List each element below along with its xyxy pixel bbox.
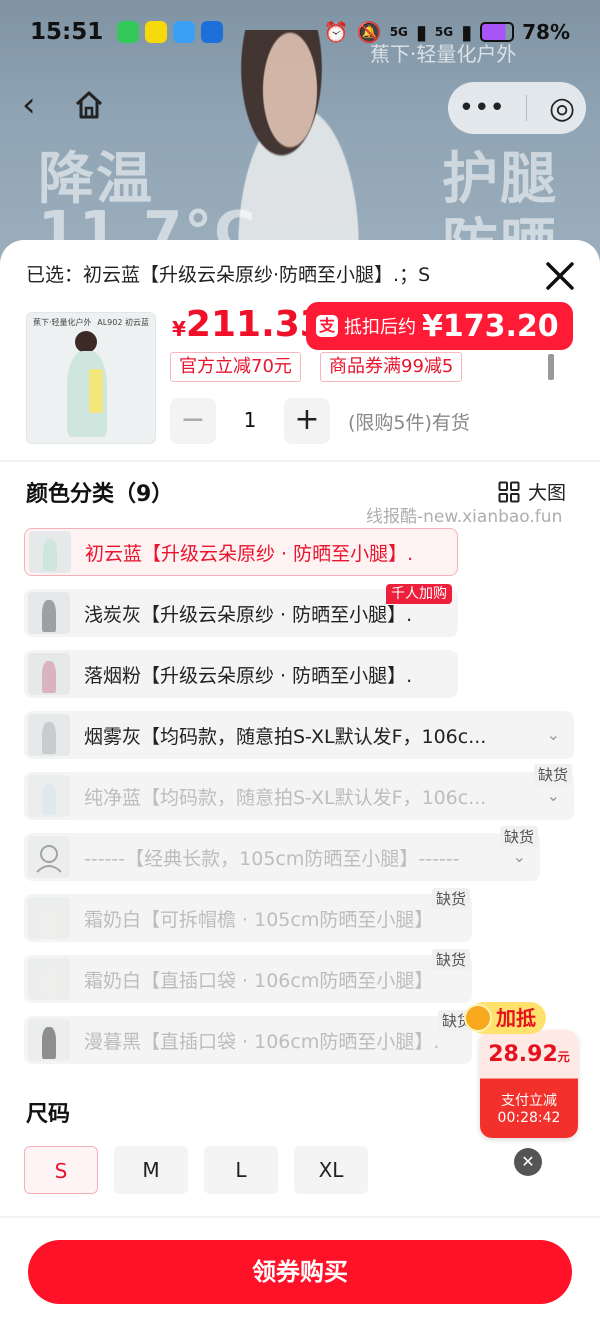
color-option-label: 霜奶白【直插口袋 · 106cm防晒至小腿】	[84, 969, 434, 992]
out-of-stock-badge: 缺货	[432, 949, 471, 970]
status-right: ⏰ 🔕 5G ▮ 5G ▮ 78%	[324, 20, 570, 44]
close-program-icon[interactable]: ◎	[549, 91, 575, 126]
chevron-down-icon: ⌄	[546, 725, 560, 744]
sku-selection-sheet: 已选：初云蓝【升级云朵原纱·防晒至小腿】.；S 蕉下·轻量化户外 AL902 初…	[0, 240, 600, 1320]
promo-amount: 28.92元	[488, 1042, 570, 1067]
option-thumbnail	[28, 958, 70, 1000]
close-icon[interactable]	[540, 256, 580, 296]
hot-badge: 千人加购	[386, 584, 452, 604]
app-icon	[145, 21, 168, 43]
big-image-toggle[interactable]: 大图	[498, 478, 566, 505]
size-section-title: 尺码	[26, 1102, 71, 1127]
alarm-icon: ⏰	[323, 20, 349, 44]
option-thumbnail	[28, 897, 70, 939]
option-thumbnail	[28, 714, 70, 756]
watermark-text: 线报酷-new.xianbao.fun	[366, 507, 563, 527]
color-option-7[interactable]: 霜奶白【可拆帽檐 · 105cm防晒至小腿】	[24, 894, 472, 942]
deduct-label: 抵扣后约	[344, 317, 416, 338]
color-option-4[interactable]: 烟雾灰【均码款，随意拍S-XL默认发F，106c... ⌄	[24, 711, 574, 759]
message-app-icon	[117, 21, 140, 43]
color-option-label: 烟雾灰【均码款，随意拍S-XL默认发F，106c...	[84, 725, 487, 748]
color-option-label: ------【经典长款，105cm防晒至小腿】------	[84, 847, 460, 870]
weather-app-icon	[173, 21, 196, 43]
mute-icon: 🔕	[356, 20, 382, 44]
color-section-title: 颜色分类（9）	[26, 482, 174, 507]
battery-percent: 78%	[522, 20, 570, 44]
deduct-value: ¥173.20	[422, 308, 559, 344]
more-icon[interactable]: •••	[459, 93, 505, 123]
home-icon[interactable]	[72, 88, 106, 122]
status-app-icons	[117, 21, 224, 43]
promo-float-card[interactable]: 28.92元 支付立减 00:28:42	[480, 1030, 578, 1138]
out-of-stock-badge: 缺货	[500, 826, 539, 847]
color-option-3[interactable]: 落烟粉【升级云朵原纱 · 防晒至小腿】.	[24, 650, 458, 698]
deduct-price-badge: 支 抵扣后约 ¥173.20	[306, 302, 573, 350]
size-option-m[interactable]: M	[114, 1146, 188, 1194]
big-image-label: 大图	[527, 482, 566, 504]
out-of-stock-badge: 缺货	[534, 764, 573, 785]
option-thumbnail	[28, 653, 70, 695]
promo-line1: 支付立减	[501, 1093, 557, 1109]
chevron-down-icon: ⌄	[512, 847, 526, 866]
price: ¥211.33	[172, 304, 325, 345]
signal-1-icon: ▮	[415, 20, 427, 44]
tags-scrollbar	[548, 354, 554, 380]
signal-1-label: 5G	[389, 25, 408, 39]
option-thumbnail	[28, 836, 70, 878]
promo-countdown: 00:28:42	[497, 1110, 561, 1126]
color-option-8[interactable]: 霜奶白【直插口袋 · 106cm防晒至小腿】	[24, 955, 472, 1003]
stock-status: (限购5件)有货	[348, 412, 470, 434]
signal-2-icon: ▮	[461, 20, 473, 44]
color-option-label: 漫暮黑【直插口袋 · 106cm防晒至小腿】.	[84, 1030, 440, 1053]
alipay-icon: 支	[316, 315, 338, 337]
color-option-label: 浅炭灰【升级云朵原纱 · 防晒至小腿】.	[84, 603, 413, 626]
grid-icon	[498, 481, 520, 502]
status-time: 15:51	[30, 19, 104, 45]
customer-service-icon	[36, 845, 62, 873]
color-option-6[interactable]: ------【经典长款，105cm防晒至小腿】------ ⌄	[24, 833, 540, 881]
buy-with-coupon-button[interactable]: 领券购买	[28, 1240, 572, 1304]
option-thumbnail	[28, 775, 70, 817]
out-of-stock-badge: 缺货	[432, 888, 471, 909]
status-bar: 15:51 ⏰ 🔕 5G ▮ 5G ▮ 78%	[0, 0, 600, 64]
size-option-s[interactable]: S	[24, 1146, 98, 1194]
coupon-tag: 商品券满99减5	[320, 352, 463, 382]
color-option-1[interactable]: 初云蓝【升级云朵原纱 · 防晒至小腿】.	[24, 528, 458, 576]
quantity-decrement-button[interactable]: −	[170, 398, 216, 444]
quantity-increment-button[interactable]: +	[284, 398, 330, 444]
browser-app-icon	[201, 21, 224, 43]
battery-icon	[480, 22, 515, 42]
color-option-label: 初云蓝【升级云朵原纱 · 防晒至小腿】.	[85, 542, 414, 565]
thumb-brand: 蕉下·轻量化户外 AL902 初云蓝	[33, 318, 149, 327]
product-thumbnail[interactable]: 蕉下·轻量化户外 AL902 初云蓝	[26, 312, 156, 444]
selected-summary: 已选：初云蓝【升级云朵原纱·防晒至小腿】.；S	[26, 264, 431, 286]
color-option-label: 霜奶白【可拆帽檐 · 105cm防晒至小腿】	[84, 908, 434, 931]
close-promo-icon[interactable]: ✕	[514, 1148, 542, 1176]
color-option-label: 纯净蓝【均码款，随意拍S-XL默认发F，106c...	[84, 786, 487, 809]
divider	[0, 1216, 600, 1218]
coin-icon	[464, 1004, 492, 1032]
color-option-5[interactable]: 纯净蓝【均码款，随意拍S-XL默认发F，106c... ⌄	[24, 772, 574, 820]
option-thumbnail	[29, 531, 71, 573]
chevron-down-icon: ⌄	[546, 786, 560, 805]
back-icon[interactable]: ‹	[22, 88, 52, 122]
divider	[0, 460, 600, 462]
miniprogram-capsule: ••• ◎	[448, 82, 586, 134]
signal-2-label: 5G	[434, 25, 454, 39]
discount-tag: 官方立减70元	[170, 352, 301, 382]
quantity-value[interactable]: 1	[238, 408, 262, 432]
color-option-label: 落烟粉【升级云朵原纱 · 防晒至小腿】.	[84, 664, 413, 687]
size-option-l[interactable]: L	[204, 1146, 278, 1194]
color-option-9[interactable]: 漫暮黑【直插口袋 · 106cm防晒至小腿】.	[24, 1016, 472, 1064]
option-thumbnail	[28, 1019, 70, 1061]
size-option-xl[interactable]: XL	[294, 1146, 368, 1194]
option-thumbnail	[28, 592, 70, 634]
price-value: 211.33	[185, 304, 325, 345]
